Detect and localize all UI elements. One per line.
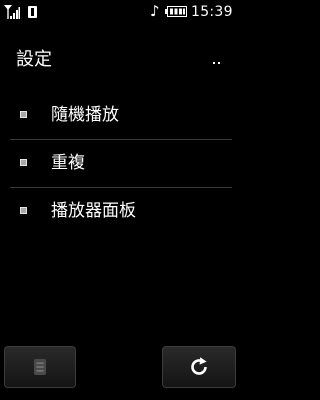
menu-softkey-button[interactable] — [4, 346, 76, 388]
music-note-icon: ♪ — [150, 2, 160, 20]
menu-item-label: 隨機播放 — [51, 105, 119, 125]
sim-card-icon — [28, 6, 37, 18]
menu-item-repeat[interactable]: 重複 — [0, 140, 240, 188]
bullet-icon — [20, 207, 27, 214]
menu-item-label: 播放器面板 — [51, 201, 136, 221]
menu-item-label: 重複 — [51, 153, 85, 173]
more-options-icon[interactable] — [211, 60, 223, 66]
bullet-icon — [20, 111, 27, 118]
signal-strength-icon — [4, 5, 20, 19]
refresh-icon — [191, 357, 207, 375]
list-menu-icon — [34, 359, 46, 375]
battery-icon — [165, 6, 187, 17]
clock: 15:39 — [191, 4, 233, 20]
bullet-icon — [20, 159, 27, 166]
page-title: 設定 — [16, 49, 52, 70]
status-bar: ♪ 15:39 — [0, 0, 240, 22]
menu-item-player-panel[interactable]: 播放器面板 — [0, 188, 240, 236]
settings-menu-list: 隨機播放 重複 播放器面板 — [0, 92, 240, 236]
refresh-softkey-button[interactable] — [162, 346, 236, 388]
menu-item-shuffle[interactable]: 隨機播放 — [0, 92, 240, 140]
